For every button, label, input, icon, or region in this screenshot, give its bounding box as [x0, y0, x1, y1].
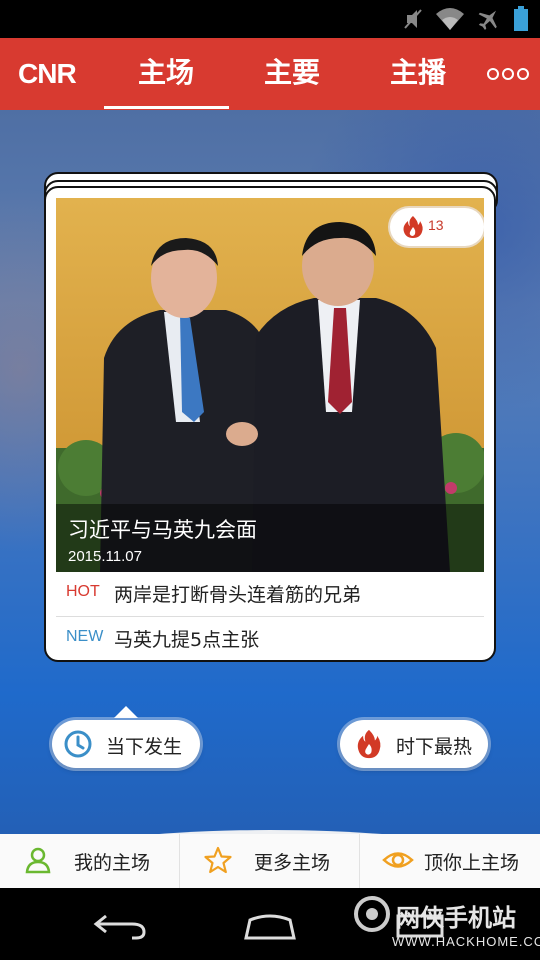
- more-fields-button[interactable]: 更多主场: [180, 834, 359, 888]
- watermark-title: 网侠手机站: [396, 904, 516, 932]
- hottest-filter-label: 时下最热: [396, 736, 473, 758]
- user-icon: [25, 847, 51, 874]
- tab-anchors[interactable]: 主播: [356, 52, 480, 94]
- my-field-button[interactable]: 我的主场: [0, 834, 179, 888]
- more-options-icon[interactable]: [486, 64, 530, 84]
- hot-count-badge: 13: [390, 208, 484, 246]
- bottom-navigation: 我的主场 更多主场 顶你上主场: [0, 834, 540, 888]
- star-icon: [204, 846, 232, 874]
- main-content: 13 习近平与马英九会面 2015.11.07 HOT 两岸是打断骨头连着筋的兄…: [0, 110, 540, 888]
- promote-field-label: 顶你上主场: [424, 852, 520, 874]
- app-header: CNR 主场 主要 主播: [0, 38, 540, 110]
- news-headline: 两岸是打断骨头连着筋的兄弟: [114, 584, 362, 606]
- headline-card[interactable]: 13 习近平与马英九会面 2015.11.07 HOT 两岸是打断骨头连着筋的兄…: [44, 186, 496, 662]
- watermark-url: WWW.HACKHOME.COM: [392, 934, 540, 949]
- tab-main-field[interactable]: 主场: [104, 52, 228, 94]
- hot-count: 13: [428, 217, 444, 233]
- airplane-mode-icon: [478, 10, 497, 30]
- headline-date: 2015.11.07: [68, 548, 142, 565]
- hot-tag: HOT: [66, 583, 100, 600]
- news-item[interactable]: HOT 两岸是打断骨头连着筋的兄弟: [56, 572, 484, 616]
- eye-icon: [382, 852, 414, 868]
- status-bar: [0, 0, 540, 38]
- selected-filter-pointer: [114, 706, 138, 718]
- fire-icon: [357, 729, 381, 759]
- cnr-logo[interactable]: CNR: [18, 55, 77, 93]
- home-icon[interactable]: [242, 910, 298, 940]
- back-icon[interactable]: [92, 910, 148, 940]
- clock-icon: [64, 730, 92, 758]
- promote-field-button[interactable]: 顶你上主场: [360, 834, 539, 888]
- battery-icon: [514, 6, 528, 31]
- hottest-filter-button[interactable]: 时下最热: [340, 720, 488, 768]
- system-navigation-bar: 网侠手机站 WWW.HACKHOME.COM: [0, 888, 540, 960]
- more-fields-label: 更多主场: [254, 852, 331, 874]
- watermark-logo-icon: [354, 896, 390, 932]
- active-tab-indicator: [104, 106, 229, 109]
- new-tag: NEW: [66, 628, 104, 645]
- news-headline: 马英九提5点主张: [114, 629, 260, 651]
- headline-photo[interactable]: 13 习近平与马英九会面 2015.11.07: [56, 198, 484, 572]
- photo-caption: 习近平与马英九会面 2015.11.07: [56, 504, 484, 572]
- my-field-label: 我的主场: [74, 852, 151, 874]
- fire-icon: [403, 216, 423, 238]
- mute-icon: [404, 9, 422, 29]
- news-item[interactable]: NEW 马英九提5点主张: [56, 617, 484, 660]
- latest-filter-label: 当下发生: [106, 736, 183, 758]
- wifi-icon: [436, 8, 464, 30]
- tab-main-news[interactable]: 主要: [230, 52, 354, 94]
- latest-filter-button[interactable]: 当下发生: [52, 720, 200, 768]
- headline-title: 习近平与马英九会面: [68, 518, 257, 542]
